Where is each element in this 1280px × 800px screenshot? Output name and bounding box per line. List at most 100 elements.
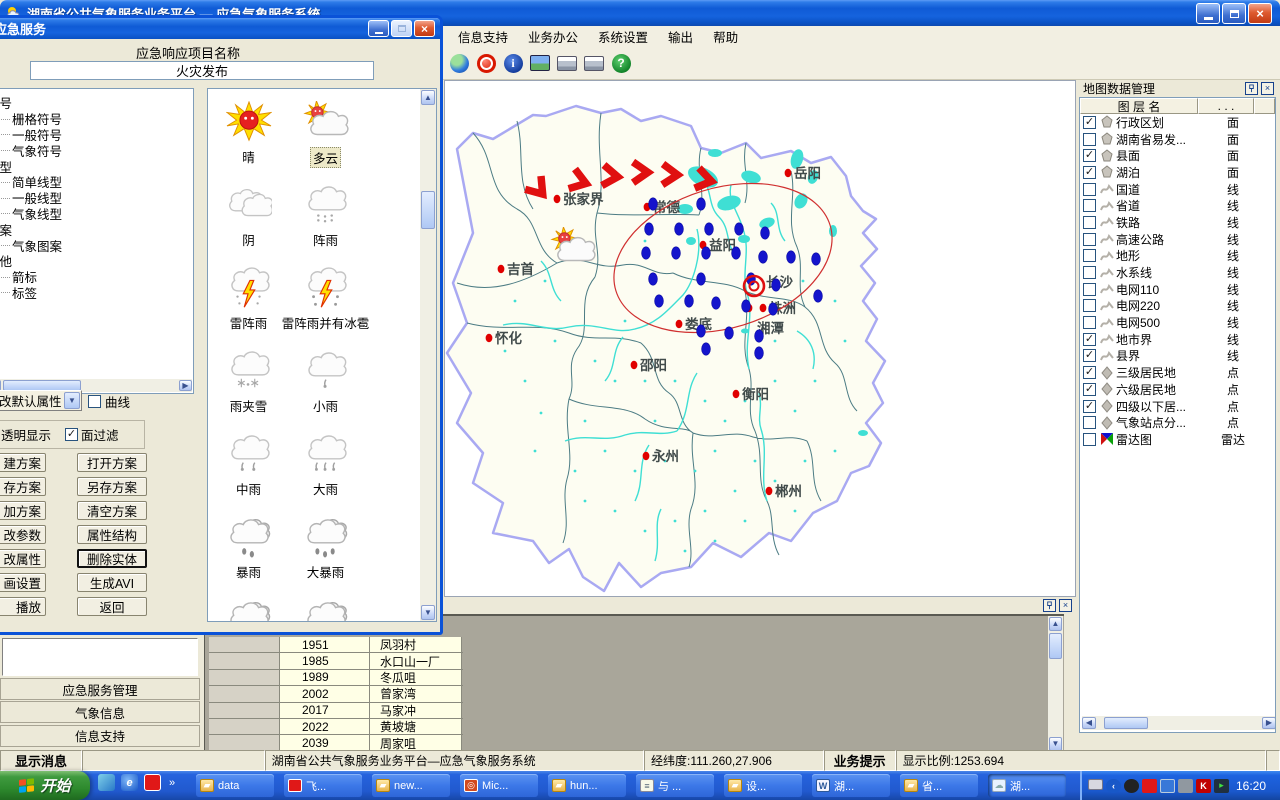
table-row[interactable]: 2039周家咀 bbox=[209, 735, 463, 750]
rain-drop-symbol[interactable] bbox=[697, 198, 706, 210]
table-row[interactable]: 1951凤羽村 bbox=[209, 637, 463, 653]
row-selector-cell[interactable] bbox=[209, 670, 280, 685]
layer-checkbox[interactable]: ✓ bbox=[1083, 149, 1096, 162]
task-button-飞...[interactable]: 飞... bbox=[284, 774, 362, 797]
weather-symbol-partial[interactable] bbox=[289, 593, 362, 622]
sidebar-bar-应急服务管理[interactable]: 应急服务管理 bbox=[0, 678, 200, 700]
layer-row-省道[interactable]: 省道线 bbox=[1080, 197, 1275, 214]
menu-item-系统设置[interactable]: 系统设置 bbox=[588, 25, 658, 48]
rain-drop-symbol[interactable] bbox=[787, 251, 796, 263]
table-row[interactable]: 2002曾家湾 bbox=[209, 686, 463, 702]
task-button-data[interactable]: ▰data bbox=[196, 774, 274, 797]
face-filter-checkbox[interactable]: ✓ bbox=[65, 428, 78, 441]
rain-drop-symbol[interactable] bbox=[742, 300, 751, 312]
rain-drop-symbol[interactable] bbox=[702, 247, 711, 259]
button-建方案[interactable]: 建方案 bbox=[0, 453, 46, 472]
button-生成AVI[interactable]: 生成AVI bbox=[77, 573, 147, 592]
button-播放[interactable]: 播放 bbox=[0, 597, 46, 616]
row-selector-cell[interactable] bbox=[209, 686, 280, 701]
chevron-down-icon[interactable]: ▼ bbox=[64, 392, 80, 409]
weather-symbol-partial[interactable] bbox=[212, 593, 285, 622]
scroll-thumb[interactable] bbox=[1104, 717, 1148, 729]
menu-item-输出[interactable]: 输出 bbox=[658, 25, 703, 48]
stop-icon[interactable] bbox=[475, 52, 497, 74]
rain-drop-symbol[interactable] bbox=[702, 343, 711, 355]
layer-row-高速公路[interactable]: 高速公路线 bbox=[1080, 231, 1275, 248]
rain-drop-symbol[interactable] bbox=[675, 223, 684, 235]
task-button-省...[interactable]: ▰省... bbox=[900, 774, 978, 797]
row-selector-cell[interactable] bbox=[209, 637, 280, 652]
layer-row-水系线[interactable]: 水系线线 bbox=[1080, 264, 1275, 281]
rain-drop-symbol[interactable] bbox=[725, 327, 734, 339]
rain-drop-symbol[interactable] bbox=[649, 198, 658, 210]
layer-checkbox[interactable] bbox=[1083, 216, 1096, 229]
button-另存方案[interactable]: 另存方案 bbox=[77, 477, 147, 496]
rain-drop-symbol[interactable] bbox=[712, 297, 721, 309]
table-row[interactable]: 2017马家冲 bbox=[209, 703, 463, 719]
rain-drop-symbol[interactable] bbox=[732, 247, 741, 259]
rain-drop-symbol[interactable] bbox=[697, 325, 706, 337]
show-desktop-icon[interactable] bbox=[98, 774, 115, 791]
business-tip-button[interactable]: 业务提示 bbox=[824, 750, 896, 771]
layer-checkbox[interactable]: ✓ bbox=[1083, 383, 1096, 396]
layer-extra-header[interactable] bbox=[1254, 98, 1275, 114]
rain-drop-symbol[interactable] bbox=[755, 330, 764, 342]
traffic-icon[interactable]: ▸ bbox=[1214, 779, 1229, 793]
language-icon[interactable]: ‹ bbox=[1106, 779, 1121, 793]
rain-drop-symbol[interactable] bbox=[645, 223, 654, 235]
dialog-titlebar[interactable]: 应急服务 × bbox=[0, 18, 440, 39]
scroll-down-icon[interactable]: ▼ bbox=[1049, 737, 1062, 750]
pin-button[interactable] bbox=[1043, 599, 1056, 612]
scroll-right-icon[interactable]: ▶ bbox=[1262, 717, 1276, 729]
scroll-up-icon[interactable]: ▲ bbox=[421, 90, 435, 105]
layer-checkbox[interactable] bbox=[1083, 433, 1096, 446]
layer-checkbox[interactable]: ✓ bbox=[1083, 349, 1096, 362]
layer-row-电网110[interactable]: 电网110线 bbox=[1080, 281, 1275, 298]
menu-item-帮助[interactable]: 帮助 bbox=[703, 25, 748, 48]
layer-row-行政区划[interactable]: ✓行政区划面 bbox=[1080, 114, 1275, 131]
row-selector-cell[interactable] bbox=[209, 735, 280, 750]
antivirus-icon[interactable]: K bbox=[1196, 779, 1211, 793]
button-存方案[interactable]: 存方案 bbox=[0, 477, 46, 496]
keyboard-icon[interactable] bbox=[1088, 779, 1103, 790]
table-vertical-scrollbar[interactable]: ▲ ▼ bbox=[1048, 616, 1063, 750]
weather-symbol-大暴雨[interactable]: 大暴雨 bbox=[289, 510, 362, 587]
dialog-minimize-button[interactable] bbox=[368, 20, 389, 37]
rain-drop-symbol[interactable] bbox=[735, 223, 744, 235]
button-打开方案[interactable]: 打开方案 bbox=[77, 453, 147, 472]
layer-row-县界[interactable]: ✓县界线 bbox=[1080, 348, 1275, 365]
layer-checkbox[interactable]: ✓ bbox=[1083, 333, 1096, 346]
layer-checkbox[interactable] bbox=[1083, 133, 1096, 146]
rain-drop-symbol[interactable] bbox=[761, 227, 770, 239]
scroll-down-icon[interactable]: ▼ bbox=[421, 605, 435, 620]
printer2-icon[interactable] bbox=[583, 52, 605, 74]
start-button[interactable]: 开始 bbox=[0, 771, 90, 800]
rain-drop-symbol[interactable] bbox=[642, 247, 651, 259]
sidebar-bar-气象信息[interactable]: 气象信息 bbox=[0, 701, 200, 723]
layer-checkbox[interactable]: ✓ bbox=[1083, 400, 1096, 413]
row-selector-cell[interactable] bbox=[209, 719, 280, 734]
symbol-category-tree[interactable]: 符号栅格符号一般符号气象符号线型简单线型一般线型气象线型图案气象图案其他箭标标签… bbox=[0, 88, 194, 394]
layer-row-六级居民地[interactable]: ✓六级居民地点 bbox=[1080, 381, 1275, 398]
close-button[interactable]: × bbox=[1248, 3, 1272, 24]
image-icon[interactable] bbox=[529, 52, 551, 74]
button-改参数[interactable]: 改参数 bbox=[0, 525, 46, 544]
dialog-restore-button[interactable] bbox=[391, 20, 412, 37]
menu-item-信息支持[interactable]: 信息支持 bbox=[448, 25, 518, 48]
layer-checkbox[interactable] bbox=[1083, 249, 1096, 262]
menu-item-业务办公[interactable]: 业务办公 bbox=[518, 25, 588, 48]
layer-row-三级居民地[interactable]: ✓三级居民地点 bbox=[1080, 364, 1275, 381]
printer-icon[interactable] bbox=[556, 52, 578, 74]
info-icon[interactable]: i bbox=[502, 52, 524, 74]
restore-button[interactable] bbox=[1222, 3, 1246, 24]
dialog-close-button[interactable]: × bbox=[414, 20, 435, 37]
task-button-湖...[interactable]: ☁湖... bbox=[988, 774, 1066, 797]
weather-symbol-阵雨[interactable]: 阵雨 bbox=[289, 178, 362, 255]
layer-row-气象站点分...[interactable]: 气象站点分...点 bbox=[1080, 414, 1275, 431]
station-table[interactable]: 1951凤羽村1985水口山一厂1989冬瓜咀2002曾家湾2017马家冲202… bbox=[209, 637, 463, 750]
weather-symbol-暴雨[interactable]: 暴雨 bbox=[212, 510, 285, 587]
close-panel-button[interactable]: × bbox=[1059, 599, 1072, 612]
task-button-new...[interactable]: ▰new... bbox=[372, 774, 450, 797]
layer-row-湖泊[interactable]: ✓湖泊面 bbox=[1080, 164, 1275, 181]
layer-checkbox[interactable] bbox=[1083, 299, 1096, 312]
